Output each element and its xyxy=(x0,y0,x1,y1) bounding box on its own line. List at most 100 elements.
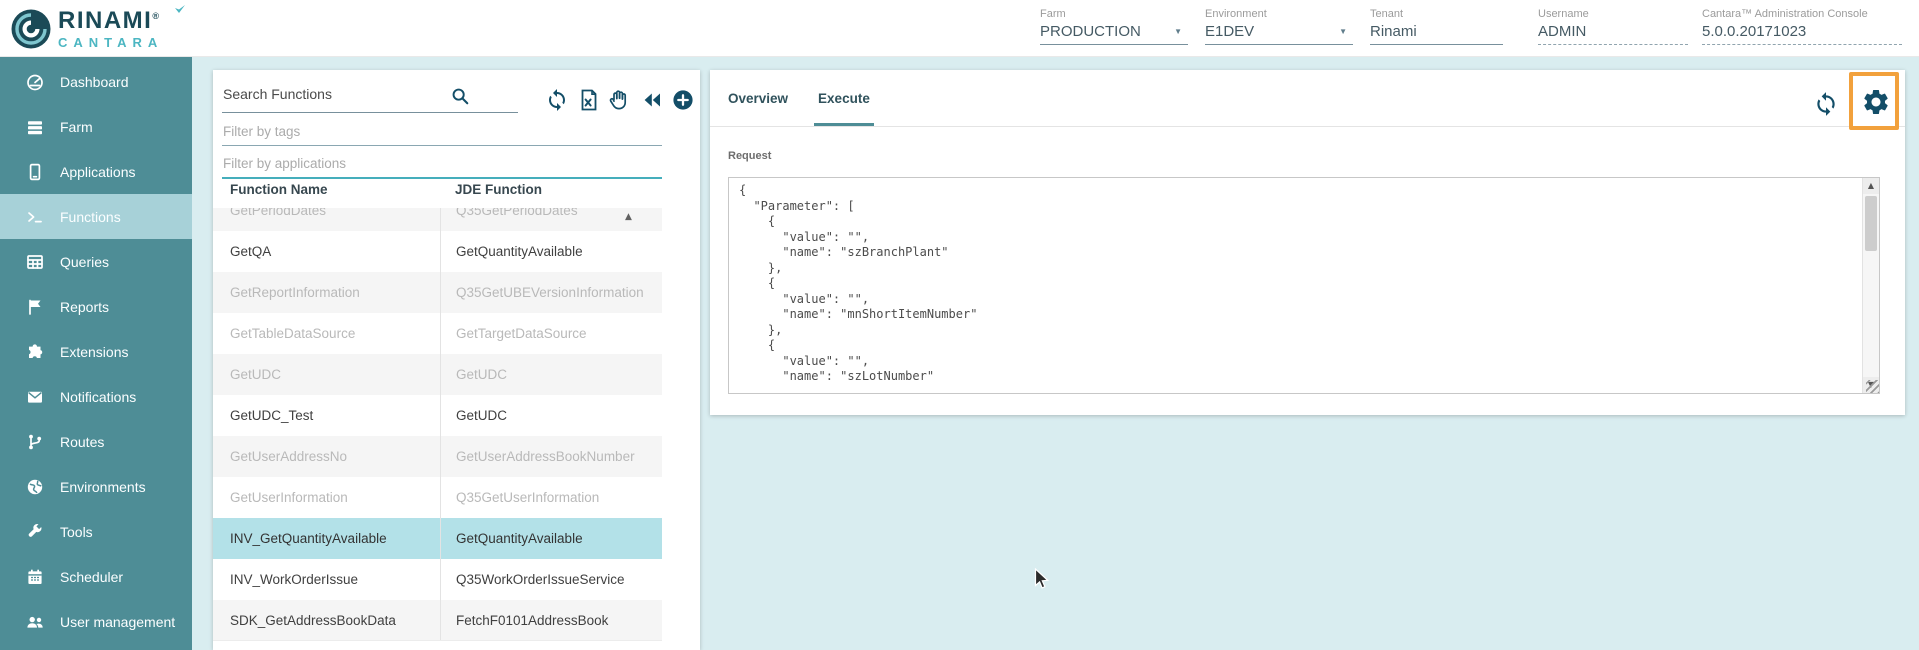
sidebar-item-user-management[interactable]: User management xyxy=(0,599,192,644)
field-label: Tenant xyxy=(1370,8,1503,20)
sidebar-item-routes[interactable]: Routes xyxy=(0,419,192,464)
sidebar-item-notifications[interactable]: Notifications xyxy=(0,374,192,419)
mouse-cursor xyxy=(1034,568,1051,597)
tab-execute[interactable]: Execute xyxy=(818,70,870,126)
rewind-icon[interactable] xyxy=(640,88,664,112)
environments-icon xyxy=(25,477,45,497)
cell-jde-function: GetUserAddressBookNumber xyxy=(440,436,662,477)
tools-icon xyxy=(25,522,45,542)
sidebar-item-reports[interactable]: Reports xyxy=(0,284,192,329)
sidebar-item-label: Dashboard xyxy=(60,74,129,90)
scroll-up-icon[interactable]: ▲ xyxy=(1863,178,1879,194)
textarea-scrollbar[interactable]: ▲ ▼ xyxy=(1862,178,1879,393)
search-underline xyxy=(222,112,518,113)
table-scroll-up-icon[interactable]: ▲ xyxy=(625,212,632,222)
sidebar-item-tools[interactable]: Tools xyxy=(0,509,192,554)
scheduler-icon xyxy=(25,567,45,587)
field-label: Farm xyxy=(1040,8,1188,20)
sidebar-item-extensions[interactable]: Extensions xyxy=(0,329,192,374)
cell-function-name: GetQA xyxy=(213,231,440,272)
logo-checkmark-icon xyxy=(174,5,186,14)
functions-list-panel: Search Functions Filter by tags xyxy=(213,70,700,650)
table-row[interactable]: GetUDC_TestGetUDC xyxy=(213,395,662,436)
field-value[interactable]: E1DEV▼ xyxy=(1205,23,1353,45)
app-logo: RINAMI® CANTARA xyxy=(10,8,163,50)
sidebar-item-label: Scheduler xyxy=(60,569,123,585)
dashboard-icon xyxy=(25,72,45,92)
column-header-function-name: Function Name xyxy=(230,182,328,197)
header-field-farm: Farm PRODUCTION▼ xyxy=(1040,8,1188,45)
scrollbar-thumb[interactable] xyxy=(1865,196,1877,251)
cell-function-name: GetTableDataSource xyxy=(213,313,440,354)
farm-icon xyxy=(25,117,45,137)
tab-overview[interactable]: Overview xyxy=(728,70,788,126)
cell-jde-function: GetUDC xyxy=(440,354,662,395)
pan-hand-icon[interactable] xyxy=(607,88,631,112)
cell-function-name: GetUserInformation xyxy=(213,477,440,518)
sidebar-item-label: Extensions xyxy=(60,344,128,360)
sidebar-item-environments[interactable]: Environments xyxy=(0,464,192,509)
export-excel-icon[interactable] xyxy=(577,88,601,112)
field-value[interactable]: Rinami xyxy=(1370,23,1503,45)
sidebar-item-label: Notifications xyxy=(60,389,136,405)
column-header-jde-function: JDE Function xyxy=(455,182,542,197)
request-json-textarea[interactable]: { "Parameter": [ { "value": "", "name": … xyxy=(728,177,1880,394)
add-icon[interactable] xyxy=(671,88,695,112)
sidebar-item-label: Tools xyxy=(60,524,93,540)
field-value: ADMIN xyxy=(1538,23,1688,45)
field-value: 5.0.0.20171023 xyxy=(1702,23,1902,45)
top-header-bar: RINAMI® CANTARA FarmPRODUCTION▼Environme… xyxy=(0,0,1919,57)
cell-jde-function: Q35GetUBEVersionInformation xyxy=(440,272,662,313)
sidebar-item-dashboard[interactable]: Dashboard xyxy=(0,59,192,104)
sidebar-item-label: Applications xyxy=(60,164,136,180)
sidebar-item-label: Queries xyxy=(60,254,109,270)
sidebar-item-functions[interactable]: Functions xyxy=(0,194,192,239)
table-row[interactable]: GetTableDataSourceGetTargetDataSource xyxy=(213,313,662,354)
request-json-content: { "Parameter": [ { "value": "", "name": … xyxy=(729,178,1879,390)
table-row[interactable]: INV_GetQuantityAvailableGetQuantityAvail… xyxy=(213,518,662,559)
sidebar-item-label: Reports xyxy=(60,299,109,315)
cell-function-name: INV_WorkOrderIssue xyxy=(213,559,440,600)
table-row[interactable]: SDK_GetAddressBookDataFetchF0101AddressB… xyxy=(213,600,662,641)
table-row[interactable]: INV_WorkOrderIssueQ35WorkOrderIssueServi… xyxy=(213,559,662,600)
field-label: Cantara™ Administration Console xyxy=(1702,8,1902,20)
filter-by-tags-input[interactable]: Filter by tags xyxy=(222,120,662,146)
table-header: Function Name JDE Function xyxy=(213,172,662,208)
table-row[interactable]: GetReportInformationQ35GetUBEVersionInfo… xyxy=(213,272,662,313)
cell-jde-function: GetTargetDataSource xyxy=(440,313,662,354)
rinami-logo-icon xyxy=(10,8,52,50)
cell-jde-function: FetchF0101AddressBook xyxy=(440,600,662,640)
refresh-icon[interactable] xyxy=(1813,91,1839,117)
sidebar-item-queries[interactable]: Queries xyxy=(0,239,192,284)
dropdown-caret-icon[interactable]: ▼ xyxy=(1339,27,1347,36)
sidebar-item-farm[interactable]: Farm xyxy=(0,104,192,149)
detail-tabs: Overview Execute xyxy=(710,70,1905,127)
textarea-resize-grip[interactable] xyxy=(1866,380,1879,393)
settings-gear-icon[interactable] xyxy=(1861,87,1891,117)
search-icon[interactable] xyxy=(450,86,470,106)
function-detail-panel: Overview Execute Request { "Parameter": … xyxy=(710,70,1905,415)
table-row[interactable]: GetPeriodDatesQ35GetPeriodDates xyxy=(213,208,662,231)
sidebar-item-label: User management xyxy=(60,614,175,630)
table-row[interactable]: GetUserAddressNoGetUserAddressBookNumber xyxy=(213,436,662,477)
cell-function-name: GetUserAddressNo xyxy=(213,436,440,477)
cell-jde-function: Q35GetUserInformation xyxy=(440,477,662,518)
field-value[interactable]: PRODUCTION▼ xyxy=(1040,23,1188,45)
field-label: Username xyxy=(1538,8,1688,20)
sidebar-item-scheduler[interactable]: Scheduler xyxy=(0,554,192,599)
sidebar-item-label: Farm xyxy=(60,119,93,135)
cell-jde-function: GetUDC xyxy=(440,395,662,436)
search-functions-input[interactable]: Search Functions xyxy=(223,86,332,102)
user-management-icon xyxy=(25,612,45,632)
dropdown-caret-icon[interactable]: ▼ xyxy=(1174,27,1182,36)
cell-function-name: GetReportInformation xyxy=(213,272,440,313)
refresh-icon[interactable] xyxy=(545,88,569,112)
table-row[interactable]: GetQAGetQuantityAvailable xyxy=(213,231,662,272)
table-row[interactable]: GetUserInformationQ35GetUserInformation xyxy=(213,477,662,518)
cell-function-name: SDK_GetAddressBookData xyxy=(213,600,440,640)
table-row[interactable]: GetUDCGetUDC xyxy=(213,354,662,395)
routes-icon xyxy=(25,432,45,452)
sidebar-item-label: Functions xyxy=(60,209,121,225)
sidebar-item-applications[interactable]: Applications xyxy=(0,149,192,194)
cell-function-name: GetUDC xyxy=(213,354,440,395)
